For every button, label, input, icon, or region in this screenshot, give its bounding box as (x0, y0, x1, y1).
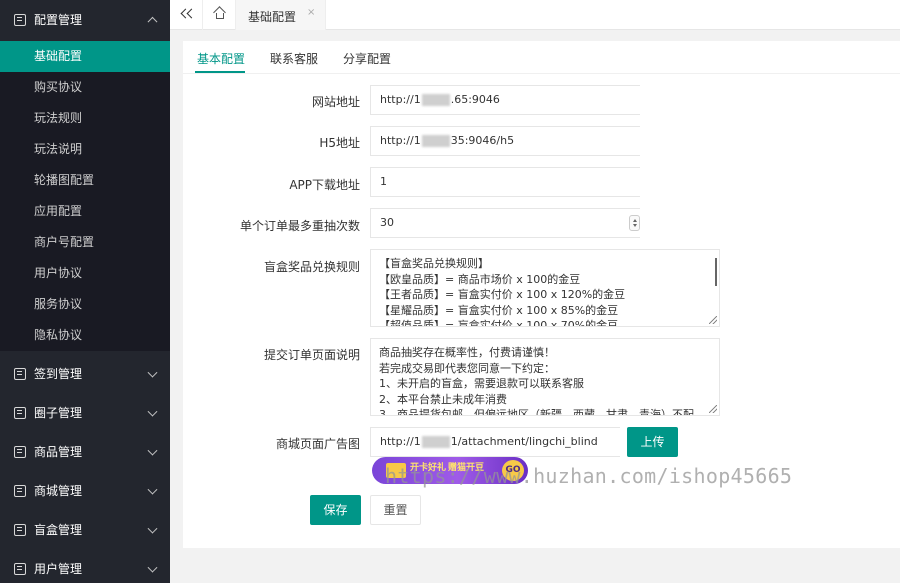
home-tab[interactable] (202, 0, 236, 30)
h5-url-prefix: http://1 (380, 134, 421, 147)
page-tab-basic-config[interactable]: 基础配置 × (236, 0, 326, 30)
user-icon (14, 562, 26, 575)
menu-group-mall[interactable]: 商城管理 (0, 471, 170, 510)
sidebar-item-service-agreement[interactable]: 服务协议 (0, 289, 170, 320)
sidebar-item-user-agreement[interactable]: 用户协议 (0, 258, 170, 289)
chevron-down-icon (147, 484, 158, 495)
textarea-line: 3、商品提货包邮，但偏远地区（新疆、西藏、甘肃、青海）不配 (379, 408, 694, 416)
menu-group-blindbox[interactable]: 盲盒管理 (0, 510, 170, 549)
menu-group-label: 商品管理 (34, 445, 83, 459)
textarea-line: 1、未开启的盲盒，需要退款可以联系客服 (379, 377, 584, 390)
menu-group-circle[interactable]: 圈子管理 (0, 393, 170, 432)
sidebar-item-app-config[interactable]: 应用配置 (0, 196, 170, 227)
sidebar-item-play-guide[interactable]: 玩法说明 (0, 134, 170, 165)
sidebar-item-purchase-agreement[interactable]: 购买协议 (0, 72, 170, 103)
double-chevron-left-icon-part (186, 8, 197, 19)
menu-group-config[interactable]: 配置管理 (0, 0, 170, 39)
sidebar-item-merchant-config[interactable]: 商户号配置 (0, 227, 170, 258)
resize-handle-icon[interactable] (709, 405, 717, 413)
list-icon (14, 367, 26, 380)
chevron-down-icon (147, 406, 158, 417)
textarea-line: 【王者品质】= 盲盒实付价 x 100 x 120%的金豆 (379, 288, 626, 301)
top-tab-bar: 基础配置 × (170, 0, 900, 30)
menu-group-label: 用户管理 (34, 562, 83, 576)
redacted-blur (421, 436, 450, 448)
menu-group-label: 圈子管理 (34, 406, 83, 420)
watermark-text: https://www.huzhan.com/ishop45665 (385, 464, 793, 488)
order-notice-label: 提交订单页面说明 (263, 348, 360, 362)
textarea-line: 若完成交易即代表您同意一下约定： (379, 361, 555, 375)
h5-url-label: H5地址 (319, 136, 360, 150)
exchange-rules-label: 盲盒奖品兑换规则 (263, 260, 360, 274)
config-tabs: 基本配置 联系客服 分享配置 (183, 41, 900, 74)
tab-contact-service[interactable]: 联系客服 (270, 50, 318, 67)
scrollbar[interactable] (715, 258, 717, 286)
menu-group-label: 盲盒管理 (34, 523, 83, 537)
h5-url-suffix: 35:9046/h5 (450, 134, 515, 147)
tab-basic-config[interactable]: 基本配置 (197, 50, 245, 67)
number-spinner-icon[interactable] (629, 215, 640, 231)
gift-icon (14, 523, 26, 536)
edit-icon (14, 13, 26, 26)
redacted-blur (421, 94, 450, 106)
chevron-down-icon (147, 562, 158, 573)
mail-icon (14, 445, 26, 458)
page-tab-label: 基础配置 (248, 10, 297, 24)
order-notice-textarea[interactable]: 商品抽奖存在概率性，付费请谨慎！ 若完成交易即代表您同意一下约定： 1、未开启的… (370, 338, 720, 416)
max-draws-input[interactable]: 30 (370, 208, 640, 238)
textarea-line: 2、本平台禁止未成年消费 (379, 392, 507, 406)
sidebar-item-basic-config[interactable]: 基础配置 (0, 41, 170, 72)
max-draws-label: 单个订单最多重抽次数 (239, 219, 360, 233)
site-url-label: 网站地址 (311, 95, 360, 109)
redacted-blur (421, 135, 450, 147)
sidebar-item-play-rules[interactable]: 玩法规则 (0, 103, 170, 134)
textarea-line: 【超值品质】= 盲盒实付价 x 100 x 70%的金豆 (379, 319, 619, 327)
menu-group-users[interactable]: 用户管理 (0, 549, 170, 583)
menu-group-label: 配置管理 (34, 13, 83, 27)
site-url-prefix: http://1 (380, 93, 421, 106)
ad-url-suffix: 1/attachment/lingchi_blind (450, 435, 598, 448)
active-tab-indicator (195, 71, 245, 73)
chevron-up-icon (147, 16, 158, 27)
sidebar: 配置管理 基础配置 购买协议 玩法规则 玩法说明 轮播图配置 应用配置 商户号配… (0, 0, 170, 583)
h5-url-input[interactable]: http://1 35:9046/h5 (370, 126, 640, 156)
menu-group-label: 签到管理 (34, 367, 83, 381)
site-url-input[interactable]: http://1 .65:9046 (370, 85, 640, 115)
ad-url-prefix: http://1 (380, 435, 421, 448)
list-icon (14, 406, 26, 419)
chevron-down-icon (147, 367, 158, 378)
close-icon[interactable]: × (307, 7, 315, 18)
submenu-config: 基础配置 购买协议 玩法规则 玩法说明 轮播图配置 应用配置 商户号配置 用户协… (0, 41, 170, 351)
menu-group-checkin[interactable]: 签到管理 (0, 354, 170, 393)
textarea-line: 商品抽奖存在概率性，付费请谨慎！ (379, 346, 555, 359)
sidebar-item-carousel-config[interactable]: 轮播图配置 (0, 165, 170, 196)
textarea-line: 【欧皇品质】= 商品市场价 x 100的金豆 (379, 272, 581, 286)
textarea-line: 【星耀品质】= 盲盒实付价 x 100 x 85%的金豆 (379, 303, 619, 317)
home-icon-base (216, 13, 224, 19)
ad-image-label: 商城页面广告图 (275, 437, 360, 451)
tab-share-config[interactable]: 分享配置 (343, 50, 391, 67)
chevron-down-icon (147, 523, 158, 534)
resize-handle-icon[interactable] (709, 316, 717, 324)
app-url-label: APP下载地址 (289, 178, 360, 192)
upload-button[interactable]: 上传 (627, 427, 678, 457)
ad-image-url-input[interactable]: http://1 1/attachment/lingchi_blind (370, 427, 620, 457)
site-url-suffix: .65:9046 (450, 93, 500, 106)
menu-group-label: 商城管理 (34, 484, 83, 498)
chevron-down-icon (147, 445, 158, 456)
save-button[interactable]: 保存 (310, 495, 361, 525)
reset-button[interactable]: 重置 (370, 495, 421, 525)
sidebar-item-privacy-agreement[interactable]: 隐私协议 (0, 320, 170, 351)
menu-group-goods[interactable]: 商品管理 (0, 432, 170, 471)
collapse-sidebar-button[interactable] (170, 0, 202, 30)
app-url-input[interactable]: 1 (370, 167, 640, 197)
textarea-line: 【盲盒奖品兑换规则】 (379, 257, 489, 270)
lock-icon (14, 484, 26, 497)
exchange-rules-textarea[interactable]: 【盲盒奖品兑换规则】 【欧皇品质】= 商品市场价 x 100的金豆 【王者品质】… (370, 249, 720, 327)
